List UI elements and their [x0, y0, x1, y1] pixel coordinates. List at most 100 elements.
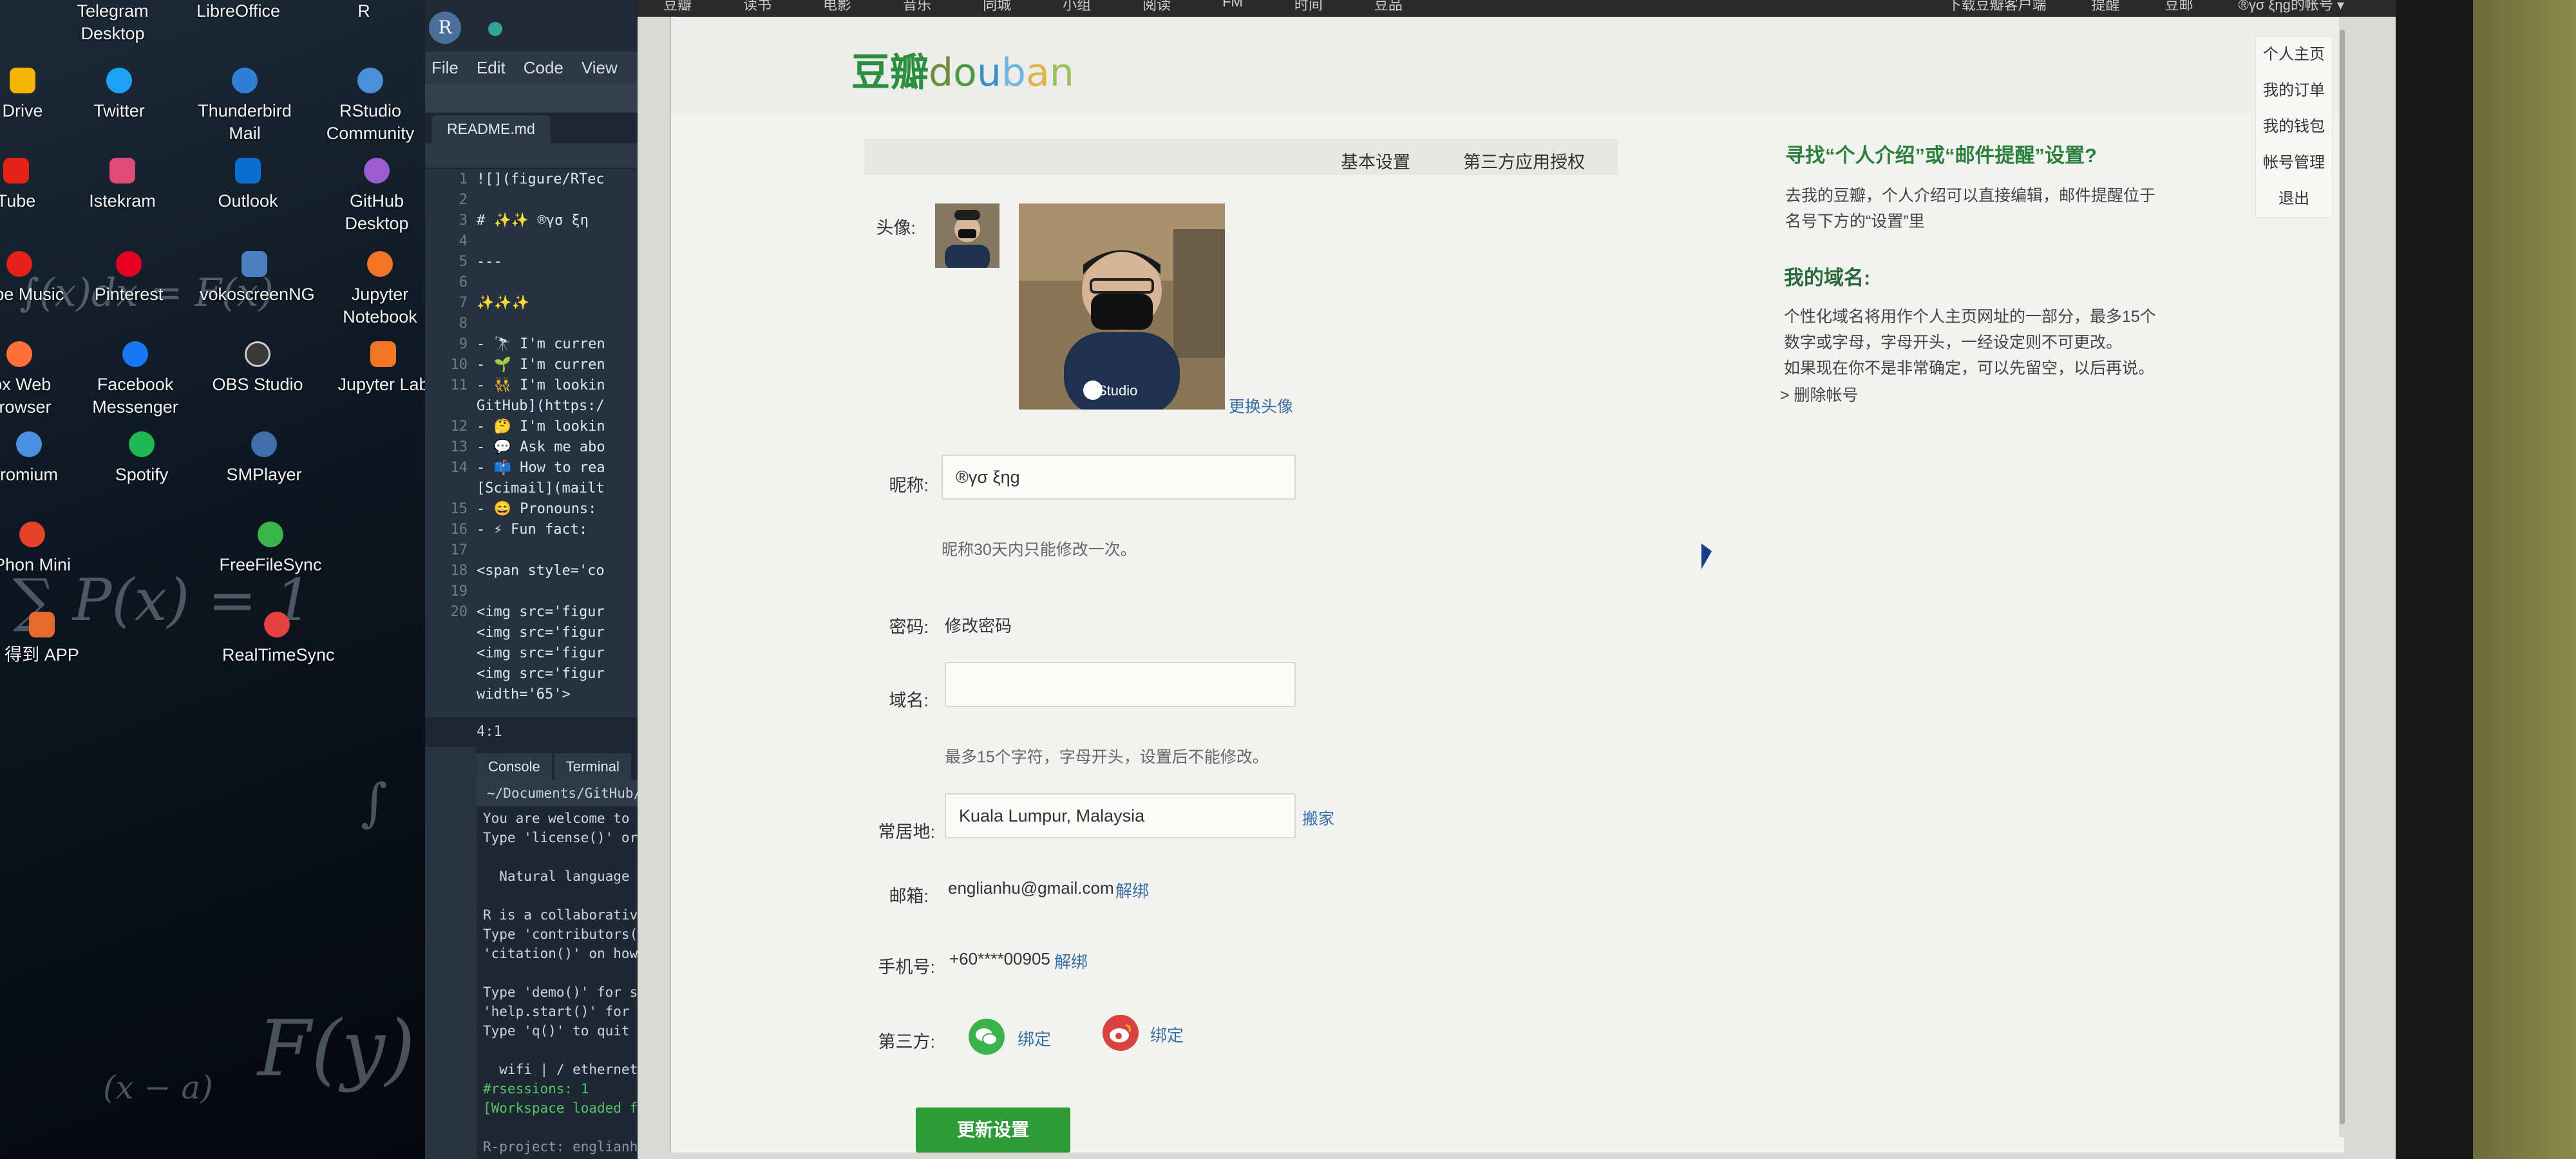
desktop-icon-realtimesync[interactable]: RealTimeSync [222, 612, 335, 666]
tab-basic-settings[interactable]: 基本设置 [1341, 148, 1410, 173]
line-number: 7 [459, 294, 468, 311]
desktop-icon-firefox[interactable]: fox Web Browser [0, 341, 74, 419]
desktop-icon-label: SMPlayer [226, 465, 302, 484]
messenger-icon [122, 341, 148, 367]
desktop-icon-label: Tube Music [0, 285, 64, 304]
desktop-icon-label: LibreOffice [196, 1, 281, 21]
desktop-icon-istekram[interactable]: Istekram [68, 158, 177, 212]
line-number: 19 [450, 583, 468, 599]
menu-edit[interactable]: Edit [477, 58, 506, 78]
sidebar-heading-settings: 寻找“个人介绍”或“邮件提醒”设置? [1785, 144, 2097, 167]
change-avatar-link[interactable]: 更换头像 [1229, 394, 1293, 417]
desktop-icon-smplayer[interactable]: SMPlayer [209, 431, 319, 486]
phone-label: 手机号: [878, 957, 935, 977]
desktop-icon-freefilesync[interactable]: FreeFileSync [216, 522, 325, 576]
desktop-icon-github-desktop[interactable]: GitHub Desktop [322, 158, 431, 235]
desktop-icon-pinterest[interactable]: Pinterest [74, 251, 184, 306]
tab-console[interactable]: Console [477, 753, 552, 780]
global-nav-item[interactable]: 豆品 [1374, 0, 1403, 14]
wechat-bind-link[interactable]: 绑定 [1018, 1026, 1051, 1050]
third-party-label: 第三方: [878, 1032, 935, 1051]
pinterest-icon [116, 251, 142, 277]
global-nav-right-item[interactable]: ®γσ ξηg的帐号 ▾ [2239, 0, 2344, 14]
move-city-link[interactable]: 搬家 [1302, 806, 1334, 829]
desktop-icon-chromium[interactable]: romium [0, 431, 84, 486]
desktop-icon-jupyter-lab[interactable]: Jupyter Lab [328, 341, 438, 396]
desktop-icon-thunderbird[interactable]: Thunderbird Mail [190, 68, 299, 145]
global-nav-item[interactable]: 同城 [983, 0, 1011, 14]
logo-letter: b [1001, 50, 1026, 95]
global-nav-item[interactable]: 音乐 [903, 0, 931, 14]
phone-unbind-link[interactable]: 解绑 [1054, 949, 1088, 973]
tab-third-party-auth[interactable]: 第三方应用授权 [1463, 148, 1585, 173]
page-scrollbar[interactable] [2339, 17, 2345, 1137]
menu-view[interactable]: View [582, 58, 618, 78]
logo-letter: d [929, 50, 954, 95]
r-logo-icon[interactable]: R [429, 12, 461, 44]
code-text: <span style='co [477, 562, 605, 579]
account-menu: 个人主页 我的订单 我的钱包 帐号管理 退出 [2255, 36, 2333, 218]
desktop-icon-label: Jupyter Notebook [343, 285, 417, 327]
code-text: width='65'> [477, 686, 571, 702]
global-nav-item[interactable]: 电影 [823, 0, 851, 14]
menu-code[interactable]: Code [524, 58, 564, 78]
line-number: 17 [450, 542, 468, 558]
desktop-icon-label: OBS Studio [212, 375, 303, 394]
desktop-icon-telegram[interactable]: Telegram Desktop [58, 0, 167, 45]
domain-input[interactable] [945, 662, 1296, 707]
desktop-icon-vokoscreen[interactable]: vokoscreenNG [200, 251, 315, 306]
city-input[interactable]: Kuala Lumpur, Malaysia [945, 793, 1296, 838]
tab-terminal[interactable]: Terminal [554, 753, 631, 780]
desktop-icon-dedao[interactable]: 得到 APP [0, 612, 97, 666]
desktop-icon-spotify[interactable]: Spotify [87, 431, 196, 486]
math-decoration: (x − a) [103, 1069, 213, 1106]
global-nav-right-item[interactable]: 豆邮 [2165, 0, 2193, 14]
desktop-icon-rstudio-community[interactable]: RStudio Community [316, 68, 425, 145]
nickname-input[interactable]: ®γσ ξηg [942, 455, 1296, 500]
account-menu-item[interactable]: 帐号管理 [2256, 145, 2332, 181]
email-value: englianhu@gmail.com [948, 878, 1114, 898]
desktop-icon-r[interactable]: R [309, 0, 419, 23]
global-nav-item[interactable]: 阅读 [1142, 0, 1171, 14]
obs-icon [245, 341, 270, 367]
outlook-icon [235, 158, 261, 184]
desktop-icon-libreoffice[interactable]: LibreOffice [184, 0, 293, 23]
line-number: 1 [459, 171, 468, 187]
email-unbind-link[interactable]: 解绑 [1115, 878, 1149, 902]
sidebar-text-line: 名号下方的“设置”里 [1785, 212, 1925, 231]
desktop-icon-obs[interactable]: OBS Studio [203, 341, 312, 396]
desktop-icon-phon-mini[interactable]: Phon Mini [0, 522, 87, 576]
desktop-icon-youtube-music[interactable]: Tube Music [0, 251, 74, 306]
desktop-icon-messenger[interactable]: Facebook Messenger [80, 341, 190, 419]
desktop-icon-twitter[interactable]: Twitter [64, 68, 174, 122]
global-nav-item[interactable]: 读书 [743, 0, 772, 14]
global-nav-right-item[interactable]: 提醒 [2092, 0, 2120, 14]
tab-readme[interactable]: README.md [431, 115, 551, 143]
update-settings-button[interactable]: 更新设置 [916, 1107, 1070, 1153]
menu-file[interactable]: File [431, 58, 459, 78]
account-menu-item[interactable]: 我的订单 [2256, 73, 2332, 109]
global-nav-item[interactable]: 豆瓣 [663, 0, 692, 14]
account-menu-item[interactable]: 个人主页 [2256, 37, 2332, 73]
desktop-icon-youtube[interactable]: Tube [0, 158, 71, 212]
desktop-icon-label: Outlook [218, 191, 278, 211]
global-nav-right-item[interactable]: 下载豆瓣客户端 [1947, 0, 2047, 14]
account-menu-item[interactable]: 退出 [2256, 181, 2332, 217]
logo-letter: n [1049, 50, 1074, 95]
code-text: - 😄 Pronouns: [477, 500, 597, 517]
settings-page: 豆瓣douban 个人主页 我的订单 我的钱包 帐号管理 退出 基本设置 第三方应用授权… [670, 17, 2345, 1153]
desktop-icon-outlook[interactable]: Outlook [193, 158, 303, 212]
global-nav-item[interactable]: 小组 [1063, 0, 1091, 14]
weibo-bind-link[interactable]: 绑定 [1150, 1022, 1184, 1046]
desktop-icon-jupyter-notebook[interactable]: Jupyter Notebook [325, 251, 435, 328]
jupyter-icon [367, 251, 393, 277]
global-nav-item[interactable]: FM [1222, 0, 1243, 14]
global-nav-item[interactable]: 时间 [1294, 0, 1323, 14]
account-menu-item[interactable]: 我的钱包 [2256, 109, 2332, 145]
scrollbar-thumb[interactable] [2340, 30, 2345, 1124]
change-password-link[interactable]: 修改密码 [945, 613, 1012, 637]
delete-account-link[interactable]: > 删除帐号 [1780, 382, 1859, 408]
douban-logo[interactable]: 豆瓣douban [851, 41, 1074, 97]
line-number: 12 [450, 418, 468, 435]
line-number: 18 [450, 562, 468, 579]
